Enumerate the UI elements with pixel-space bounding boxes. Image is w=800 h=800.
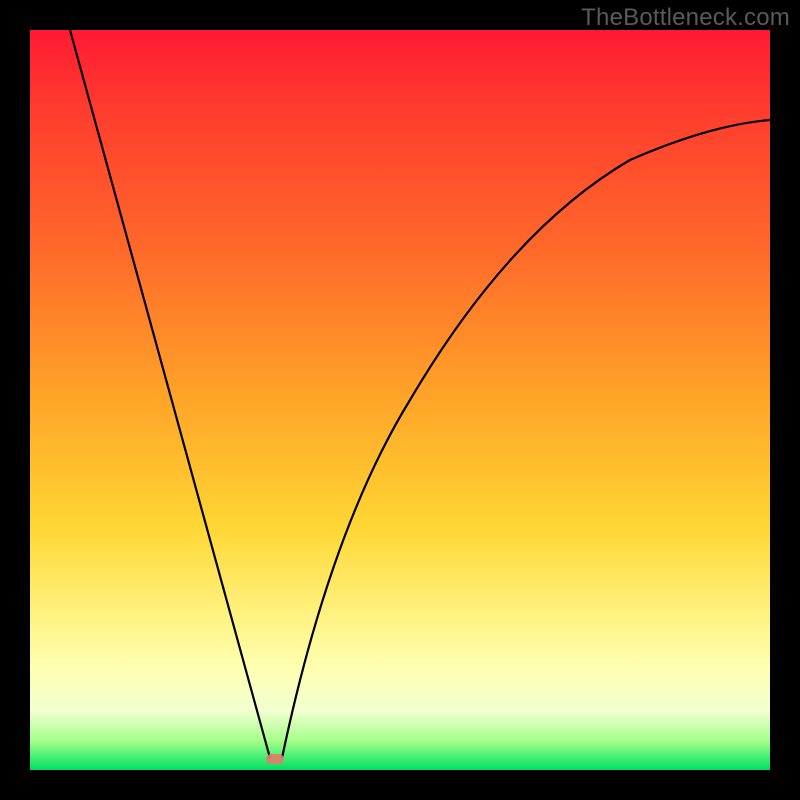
optimum-marker — [266, 754, 284, 764]
watermark-text: TheBottleneck.com — [581, 4, 790, 32]
plot-frame — [30, 30, 770, 770]
bottleneck-curve — [30, 30, 770, 770]
